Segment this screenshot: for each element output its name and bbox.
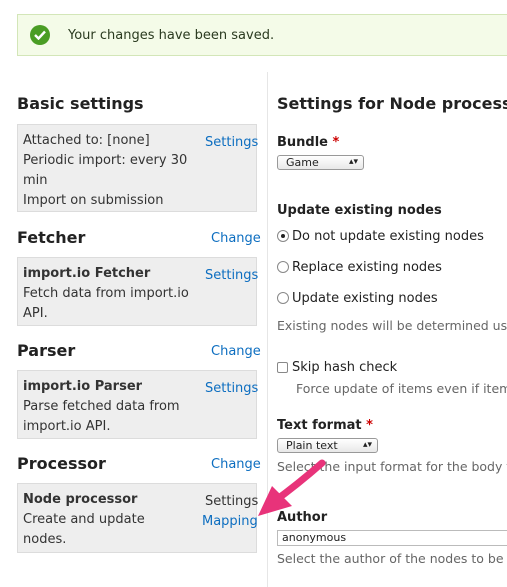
update-existing-label: Update existing nodes: [277, 203, 442, 218]
parser-desc-line-1: Parse fetched data from: [23, 399, 180, 414]
basic-settings-link[interactable]: Settings: [205, 135, 258, 150]
attached-to-text: Attached to: [none]: [23, 133, 150, 148]
processor-desc-line-2: nodes.: [23, 532, 67, 547]
parser-box: import.io Parser Parse fetched data from…: [17, 370, 258, 439]
column-divider: [267, 72, 268, 587]
skip-hash-description: Force update of items even if item so: [296, 381, 507, 396]
checkbox-icon[interactable]: [277, 362, 288, 373]
fetcher-title: Fetcher: [17, 228, 86, 247]
periodic-import-unit: min: [23, 173, 48, 188]
radio-update-label: Update existing nodes: [292, 291, 438, 306]
processor-box: Node processor Create and update nodes. …: [17, 483, 259, 553]
parser-change-link[interactable]: Change: [211, 344, 261, 359]
parser-settings-link[interactable]: Settings: [205, 381, 258, 396]
bundle-select[interactable]: Game ▴▾: [277, 155, 364, 170]
periodic-import-text: Periodic import: every 30: [23, 153, 188, 168]
processor-title: Processor: [17, 454, 106, 473]
skip-hash-label: Skip hash check: [292, 360, 398, 375]
bundle-select-value: Game: [286, 156, 319, 169]
basic-settings-title: Basic settings: [17, 94, 144, 113]
author-label: Author: [277, 510, 328, 525]
import-on-submission-text: Import on submission: [23, 193, 164, 208]
fetcher-name: import.io Fetcher: [23, 266, 151, 281]
select-arrows-icon: ▴▾: [362, 440, 372, 450]
required-mark: *: [366, 418, 373, 433]
author-description: Select the author of the nodes to be cre: [277, 551, 507, 566]
text-format-label-text: Text format: [277, 418, 362, 433]
text-format-description: Select the input format for the body fie…: [277, 459, 507, 474]
required-mark: *: [332, 135, 340, 150]
radio-do-not-update-label: Do not update existing nodes: [292, 229, 484, 244]
processor-change-link[interactable]: Change: [211, 457, 261, 472]
radio-icon[interactable]: [277, 292, 289, 304]
radio-selected-icon[interactable]: [277, 230, 289, 242]
text-format-select[interactable]: Plain text ▴▾: [277, 438, 378, 453]
radio-update[interactable]: Update existing nodes: [277, 291, 438, 306]
processor-settings-active: Settings: [205, 494, 259, 509]
status-message-text: Your changes have been saved.: [68, 28, 275, 43]
parser-name: import.io Parser: [23, 379, 143, 394]
text-format-select-value: Plain text: [286, 439, 338, 452]
update-existing-description: Existing nodes will be determined using: [277, 318, 507, 333]
fetcher-desc-line-1: Fetch data from import.io: [23, 286, 189, 301]
author-input[interactable]: anonymous: [277, 530, 507, 546]
bundle-label: Bundle *: [277, 135, 339, 150]
processor-mapping-link[interactable]: Mapping: [202, 514, 258, 529]
parser-desc-line-2: import.io API.: [23, 419, 111, 434]
select-arrows-icon: ▴▾: [348, 157, 358, 167]
fetcher-desc-line-2: API.: [23, 306, 48, 321]
fetcher-settings-link[interactable]: Settings: [205, 268, 258, 283]
checkmark-icon: [30, 25, 50, 45]
skip-hash-checkbox[interactable]: Skip hash check: [277, 360, 397, 375]
text-format-label: Text format *: [277, 418, 373, 433]
fetcher-change-link[interactable]: Change: [211, 231, 261, 246]
radio-icon[interactable]: [277, 261, 289, 273]
fetcher-box: import.io Fetcher Fetch data from import…: [17, 257, 258, 326]
node-processor-settings-title: Settings for Node processor: [277, 94, 507, 113]
parser-title: Parser: [17, 341, 76, 360]
radio-do-not-update[interactable]: Do not update existing nodes: [277, 229, 484, 244]
basic-settings-box: Attached to: [none] Periodic import: eve…: [17, 124, 258, 212]
processor-name: Node processor: [23, 492, 138, 507]
processor-desc-line-1: Create and update: [23, 512, 145, 527]
bundle-label-text: Bundle: [277, 135, 328, 150]
radio-replace-label: Replace existing nodes: [292, 260, 442, 275]
radio-replace[interactable]: Replace existing nodes: [277, 260, 442, 275]
status-message: Your changes have been saved.: [17, 14, 507, 56]
